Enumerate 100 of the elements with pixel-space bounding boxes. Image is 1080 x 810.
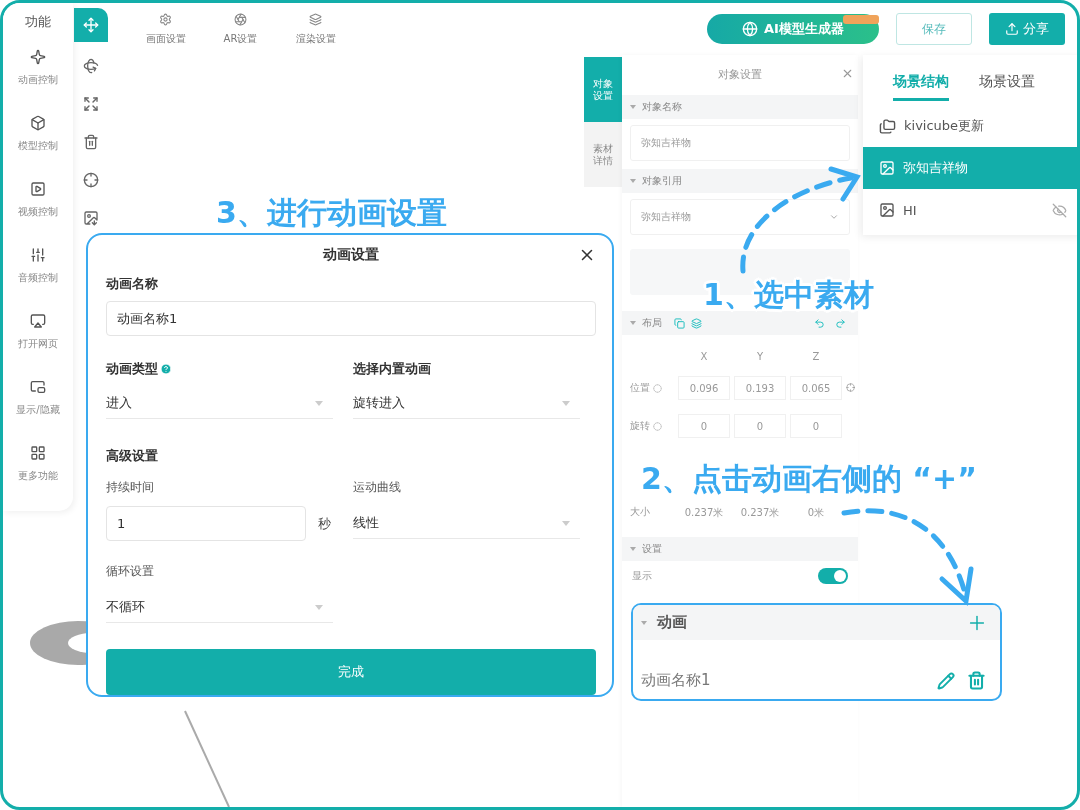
section-header[interactable]: 对象名称 <box>622 95 858 119</box>
sidebar-item[interactable]: 音频控制 <box>18 271 58 285</box>
sparkle-icon[interactable] <box>30 49 46 65</box>
value-text: 0.237米 <box>739 506 781 520</box>
trash-icon <box>82 134 99 150</box>
step-annotation: 2、点击动画右侧的 “+” <box>641 460 977 498</box>
tool-button[interactable] <box>73 8 108 42</box>
value-field[interactable]: 0.065 <box>790 376 842 400</box>
toolbar-icon[interactable] <box>309 12 322 26</box>
move-icon <box>82 17 99 33</box>
copy-icon[interactable] <box>674 317 685 329</box>
rotate-icon <box>82 58 99 74</box>
toolbar-item[interactable]: 渲染设置 <box>295 31 336 46</box>
step-annotation: 3、进行动画设置 <box>216 194 447 232</box>
animation-name[interactable]: 动画名称1 <box>641 671 711 690</box>
axis-label: Z <box>811 350 821 364</box>
value-field[interactable]: 0 <box>790 414 842 438</box>
section-header[interactable]: 设置 <box>622 537 858 561</box>
help-icon[interactable] <box>160 363 172 375</box>
trash-icon <box>967 671 986 690</box>
cube-icon[interactable] <box>30 115 46 131</box>
field-label: 持续时间 <box>106 479 155 496</box>
type-select[interactable]: 进入 <box>106 388 333 419</box>
value-text: 0.237米 <box>683 506 725 520</box>
toolbar-icon[interactable] <box>234 12 247 26</box>
play-icon[interactable] <box>30 181 46 197</box>
step-annotation: 1、选中素材 <box>703 276 874 314</box>
field-label: 运动曲线 <box>353 479 402 496</box>
visibility-toggle[interactable] <box>818 568 848 584</box>
value-text: 0米 <box>806 506 826 520</box>
sidebar-item[interactable]: 动画控制 <box>18 73 58 87</box>
sidebar-item[interactable]: 模型控制 <box>18 139 58 153</box>
value-field[interactable]: 0 <box>734 414 786 438</box>
sidebar-title: 功能 <box>25 13 51 31</box>
sidebar-item[interactable]: 打开网页 <box>18 337 58 351</box>
layers-icon[interactable] <box>691 317 702 329</box>
reference-select[interactable]: 弥知吉祥物 <box>630 199 850 235</box>
sidebar-item[interactable]: 更多功能 <box>18 469 58 483</box>
side-tab[interactable]: 素材详情 <box>584 122 622 187</box>
row-label: 位置 <box>630 381 650 395</box>
toolbar-item[interactable]: 画面设置 <box>145 31 186 46</box>
row-label: 大小 <box>630 505 650 519</box>
sidebar-item[interactable]: 视频控制 <box>18 205 58 219</box>
value-field[interactable]: 0 <box>678 414 730 438</box>
panel-title: 对象设置 <box>718 66 762 82</box>
preset-select[interactable]: 旋转进入 <box>353 388 580 419</box>
new-badge <box>843 15 879 24</box>
section-header[interactable]: 布局 <box>622 311 858 335</box>
grid-icon[interactable] <box>30 445 46 461</box>
name-input[interactable]: 动画名称1 <box>106 301 596 336</box>
chevron-icon <box>829 212 839 222</box>
eye-off-icon[interactable] <box>1052 202 1067 218</box>
share-button[interactable]: 分享 <box>989 13 1065 45</box>
sliders-icon[interactable] <box>30 247 46 263</box>
side-tab[interactable]: 对象设置 <box>584 57 622 122</box>
ai-generator-button[interactable]: AI模型生成器 <box>707 14 879 44</box>
folder-icon <box>879 117 896 135</box>
curve-select[interactable]: 线性 <box>353 508 580 539</box>
crosshair-icon <box>82 172 99 188</box>
section-title: 动画 <box>657 613 687 632</box>
toolbar-item[interactable]: AR设置 <box>223 31 258 46</box>
name-field[interactable]: 弥知吉祥物 <box>630 125 850 161</box>
axis-label: Y <box>755 350 765 364</box>
loop-select[interactable]: 不循环 <box>106 592 333 623</box>
reset-icon[interactable] <box>653 383 662 393</box>
field-label: 循环设置 <box>106 563 155 580</box>
edit-button[interactable] <box>937 672 955 690</box>
unit-label: 秒 <box>318 514 331 533</box>
value-field[interactable]: 0.096 <box>678 376 730 400</box>
crosshair-icon[interactable] <box>846 382 855 392</box>
image-icon <box>82 210 99 226</box>
done-button[interactable]: 完成 <box>106 649 596 695</box>
value-field[interactable]: 0.193 <box>734 376 786 400</box>
monitor-icon[interactable] <box>30 313 46 329</box>
scene-tab[interactable]: 场景设置 <box>979 73 1035 101</box>
globe-icon <box>742 21 759 37</box>
save-button[interactable]: 保存 <box>896 13 972 45</box>
field-label: 动画类型 <box>106 360 333 378</box>
undo-icon[interactable] <box>814 317 825 329</box>
sidebar-item[interactable]: 显示/隐藏 <box>16 403 60 417</box>
scene-tab[interactable]: 场景结构 <box>893 73 949 101</box>
dialog-title: 动画设置 <box>323 246 379 264</box>
item-label: 弥知吉祥物 <box>903 159 968 177</box>
item-label: kivicube更新 <box>904 117 985 135</box>
window-icon[interactable] <box>30 379 46 395</box>
toolbar-icon[interactable] <box>159 12 172 26</box>
section-title: 布局 <box>642 316 662 330</box>
duration-input[interactable]: 1 <box>106 506 306 541</box>
close-icon[interactable] <box>841 67 854 80</box>
field-label: 选择内置动画 <box>353 360 432 378</box>
axis-label: X <box>699 350 709 364</box>
image-icon <box>879 202 895 218</box>
upload-icon <box>1005 22 1019 36</box>
scene-item[interactable]: 弥知吉祥物 <box>863 147 1077 189</box>
redo-icon[interactable] <box>835 317 846 329</box>
setting-label: 显示 <box>632 569 652 583</box>
expand-icon <box>82 96 99 112</box>
section-header[interactable]: 对象引用 <box>622 169 858 193</box>
delete-button[interactable] <box>967 671 986 690</box>
reset-icon[interactable] <box>653 421 662 431</box>
